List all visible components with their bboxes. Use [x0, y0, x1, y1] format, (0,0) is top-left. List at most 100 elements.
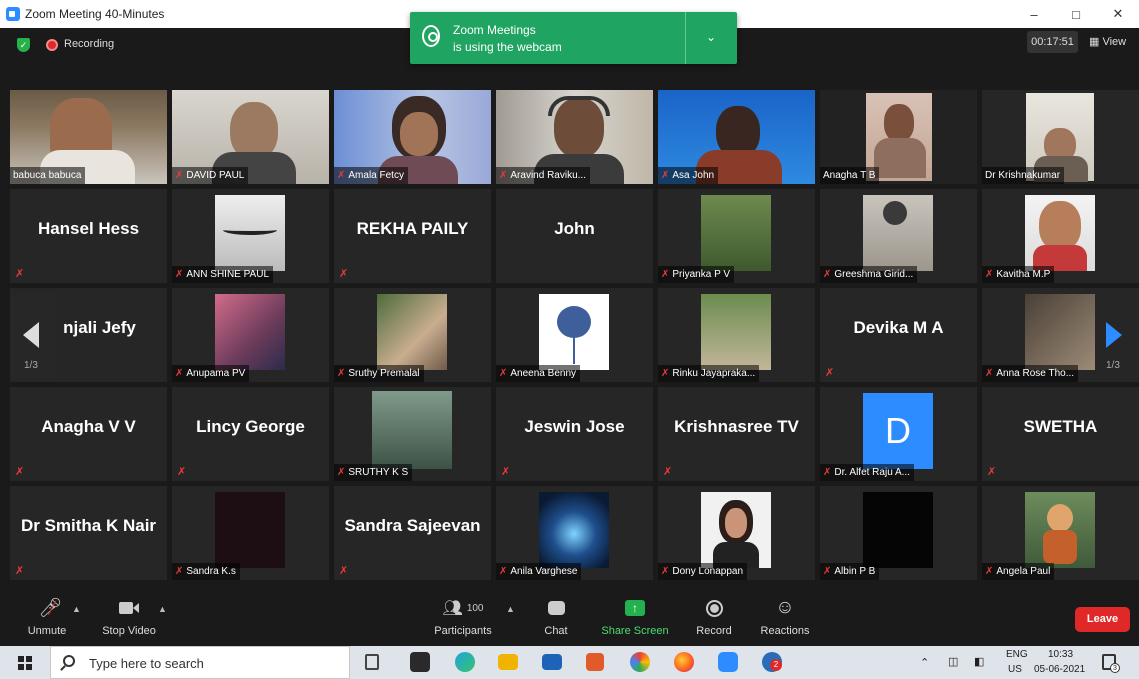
taskbar-search-box[interactable]: Type here to search — [50, 646, 350, 679]
grid-icon: ▦ — [1089, 36, 1103, 48]
muted-mic-icon: 🎤︎ ╱ — [38, 598, 63, 619]
active-speaker-tile[interactable]: Anagha T B — [820, 90, 977, 184]
participant-name: Sandra K.s — [186, 566, 236, 577]
profile-picture — [377, 294, 447, 370]
participant-name: Dony Lonappan — [672, 566, 744, 577]
clock-time[interactable]: 10:33 — [1048, 649, 1073, 660]
participant-display-name: Devika M A — [853, 318, 944, 337]
participant-tile[interactable]: Sandra Sajeevan ✗ — [334, 486, 491, 580]
participant-tile[interactable]: Jeswin Jose ✗ — [496, 387, 653, 481]
network-icon[interactable]: ◫ — [948, 655, 958, 668]
chat-button[interactable]: Chat — [536, 596, 576, 637]
participant-tile[interactable]: ✗ Rinku Jayapraka... — [658, 288, 815, 382]
unmute-button[interactable]: 🎤︎ ╱ Unmute — [24, 596, 70, 637]
tray-chevron-up-icon[interactable]: ⌃ — [920, 656, 929, 669]
participant-tile[interactable]: ✗ Amala Fetcy — [334, 90, 491, 184]
participant-tile[interactable]: ✗ Angela Paul — [982, 486, 1139, 580]
participant-name: Sruthy Premalal — [348, 368, 420, 379]
participants-options-caret-icon[interactable]: ▲ — [506, 604, 515, 614]
participant-tile[interactable]: ✗ SRUTHY K S — [334, 387, 491, 481]
participant-tile[interactable]: John — [496, 189, 653, 283]
participant-name: Rinku Jayapraka... — [672, 368, 756, 379]
office-icon[interactable] — [586, 653, 604, 671]
maximize-button[interactable]: □ — [1055, 0, 1097, 28]
participant-name-bar: ✗ Aravind Raviku... — [496, 167, 590, 184]
profile-picture — [539, 492, 609, 568]
participant-tile[interactable]: ✗ Priyanka P V — [658, 189, 815, 283]
region-label[interactable]: US — [1008, 664, 1022, 675]
zoom-app-icon — [6, 7, 20, 21]
windows-start-icon[interactable] — [18, 656, 32, 670]
participant-display-name: Hansel Hess — [37, 219, 140, 238]
zoom-taskbar-icon[interactable] — [718, 652, 738, 672]
profile-picture — [701, 195, 771, 271]
participant-tile[interactable]: REKHA PAILY ✗ — [334, 189, 491, 283]
participant-tile[interactable]: ✗ Anila Varghese — [496, 486, 653, 580]
security-shield-icon[interactable]: ✓ — [17, 38, 30, 52]
clock-date[interactable]: 05-06-2021 — [1034, 664, 1085, 675]
muted-mic-icon: ✗ — [339, 565, 349, 577]
muted-mic-icon: ✗ — [985, 566, 994, 577]
volume-icon[interactable]: ◧ — [974, 655, 984, 668]
chrome-browser-icon[interactable] — [630, 652, 650, 672]
participant-tile[interactable]: ✗ ANN SHINE PAUL — [172, 189, 329, 283]
task-view-icon[interactable] — [365, 654, 379, 670]
file-explorer-icon[interactable] — [498, 654, 518, 670]
participant-tile[interactable]: Devika M A ✗ — [820, 288, 977, 382]
participant-name-bar: ✗ Asa John — [658, 167, 719, 184]
participant-tile[interactable]: Dr Smitha K Nair ✗ — [10, 486, 167, 580]
stop-video-button[interactable]: Stop Video — [100, 596, 158, 637]
mail-icon[interactable] — [542, 654, 562, 670]
notification-message: is using the webcam — [453, 40, 562, 54]
participant-name: Anupama PV — [186, 368, 246, 379]
participant-tile[interactable]: ✗ Dony Lonappan — [658, 486, 815, 580]
participant-tile[interactable]: ✗ Asa John — [658, 90, 815, 184]
audio-options-caret-icon[interactable]: ▲ — [72, 604, 81, 614]
chevron-down-icon[interactable]: ⌄ — [706, 30, 716, 44]
participant-tile[interactable]: ✗ Aneena Benny — [496, 288, 653, 382]
participant-tile[interactable]: ✗ Anupama PV — [172, 288, 329, 382]
participant-tile[interactable]: SWETHA ✗ — [982, 387, 1139, 481]
profile-picture — [215, 195, 285, 271]
participant-tile[interactable]: ✗ Greeshma Girid... — [820, 189, 977, 283]
webcam-notification[interactable]: Zoom Meetings is using the webcam ⌄ — [410, 12, 737, 64]
participant-tile[interactable]: babuca babuca — [10, 90, 167, 184]
record-button[interactable]: Record — [692, 596, 736, 637]
firefox-browser-icon[interactable] — [674, 652, 694, 672]
profile-picture — [1025, 492, 1095, 568]
share-screen-icon: ↑ — [600, 596, 670, 620]
close-button[interactable]: ✕ — [1097, 0, 1139, 28]
participant-tile[interactable]: Hansel Hess ✗ — [10, 189, 167, 283]
participant-tile[interactable]: ✗ Aravind Raviku... — [496, 90, 653, 184]
next-page-button[interactable]: 1/3 — [1092, 292, 1138, 378]
share-screen-button[interactable]: ↑ Share Screen — [600, 596, 670, 637]
view-button[interactable]: ▦ View — [1089, 35, 1126, 48]
muted-mic-icon: ✗ — [823, 269, 832, 280]
store-icon[interactable] — [410, 652, 430, 672]
meeting-toolbar: 🎤︎ ╱ Unmute ▲ Stop Video ▲ 👥︎ 100 Particip… — [0, 588, 1139, 646]
participant-name-bar: ✗ Amala Fetcy — [334, 167, 408, 184]
participants-button[interactable]: 👥︎ 100 Participants — [432, 596, 494, 637]
participant-tile[interactable]: Dr Krishnakumar — [982, 90, 1139, 184]
participant-name: Anila Varghese — [510, 566, 578, 577]
participant-tile[interactable]: ✗ Sruthy Premalal — [334, 288, 491, 382]
participant-tile[interactable]: D ✗ Dr. Alfet Raju A... — [820, 387, 977, 481]
participant-tile[interactable]: ✗ Kavitha M.P — [982, 189, 1139, 283]
participant-tile[interactable]: Lincy George ✗ — [172, 387, 329, 481]
language-label[interactable]: ENG — [1006, 649, 1028, 660]
reactions-button[interactable]: ☺︎ Reactions — [758, 596, 812, 637]
edge-browser-icon[interactable] — [455, 652, 475, 672]
participant-tile[interactable]: ✗ Sandra K.s — [172, 486, 329, 580]
minimize-button[interactable]: – — [1013, 0, 1055, 28]
previous-page-button[interactable]: 1/3 — [10, 292, 58, 378]
participant-name: DAVID PAUL — [186, 170, 245, 181]
video-options-caret-icon[interactable]: ▲ — [158, 604, 167, 614]
muted-mic-icon: ✗ — [177, 466, 187, 478]
participant-tile[interactable]: ✗ DAVID PAUL — [172, 90, 329, 184]
participant-tile[interactable]: ✗ Albin P B — [820, 486, 977, 580]
participant-name: Kavitha M.P — [996, 269, 1051, 280]
leave-button[interactable]: Leave — [1075, 607, 1130, 632]
participant-tile[interactable]: Anagha V V ✗ — [10, 387, 167, 481]
muted-mic-icon: ✗ — [15, 268, 25, 280]
participant-tile[interactable]: Krishnasree TV ✗ — [658, 387, 815, 481]
